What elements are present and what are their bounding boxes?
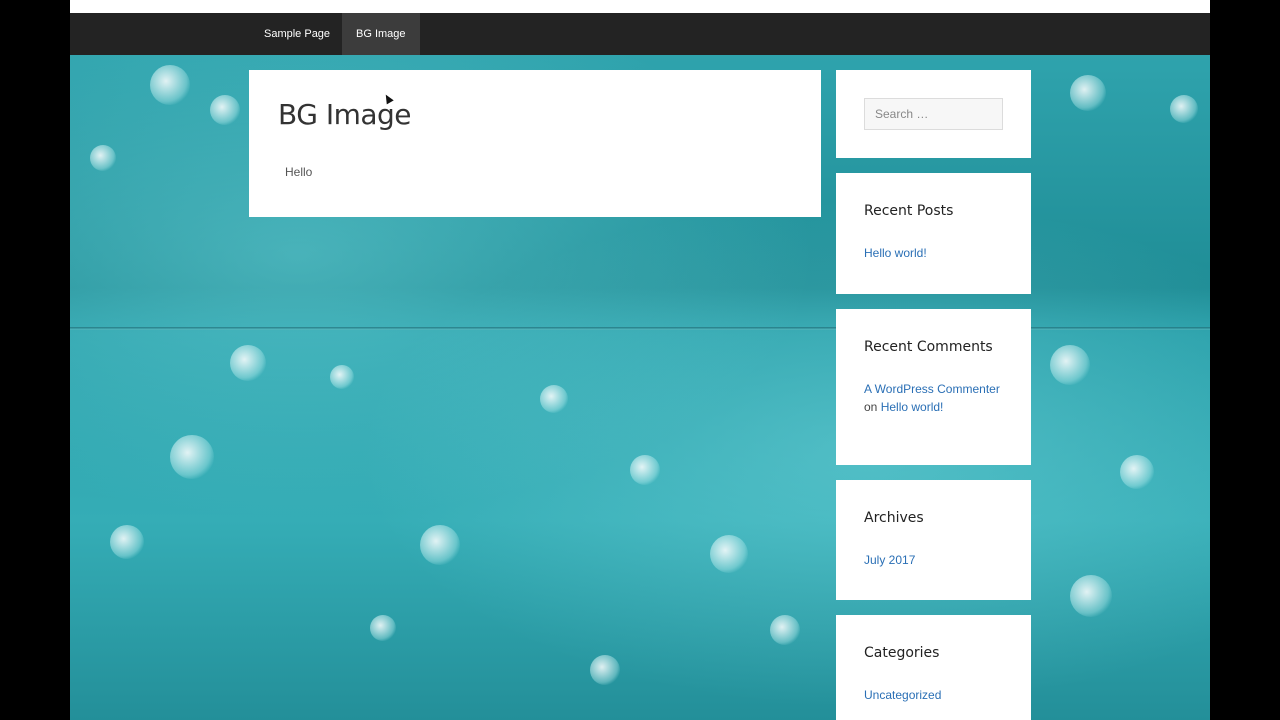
bubble [540,385,568,413]
archives-widget: Archives July 2017 [836,480,1031,600]
recent-comment-entry: A WordPress Commenter on Hello world! [864,380,1014,416]
recent-post-link[interactable]: Hello world! [864,244,927,262]
comment-connector: on [864,400,878,414]
main-navigation: Sample Page BG Image [70,13,1210,55]
archive-link[interactable]: July 2017 [864,551,915,569]
top-bar [70,0,1210,13]
post-title: BG Image [278,98,412,131]
comment-post-link[interactable]: Hello world! [881,400,944,414]
bubble [590,655,620,685]
post-body: Hello [285,165,313,179]
bubble [770,615,800,645]
bubble [1070,75,1106,111]
search-input[interactable]: Search … [864,98,1003,130]
site-frame: Sample Page BG Image BG Image Hello Sear… [70,0,1210,720]
nav-item-sample-page[interactable]: Sample Page [250,13,344,55]
bubble [210,95,240,125]
bubble [110,525,144,559]
category-link[interactable]: Uncategorized [864,686,941,704]
recent-comments-widget: Recent Comments A WordPress Commenter on… [836,309,1031,465]
comment-author-link[interactable]: A WordPress Commenter [864,382,1000,396]
post-card: BG Image Hello [249,70,821,217]
categories-widget: Categories Uncategorized [836,615,1031,720]
bubble [1050,345,1090,385]
bubble [90,145,116,171]
bubble [150,65,190,105]
bubble [1070,575,1112,617]
bubble [370,615,396,641]
recent-posts-title: Recent Posts [864,203,954,219]
background-seam [70,327,1210,330]
bubble [420,525,460,565]
categories-title: Categories [864,645,940,661]
recent-posts-widget: Recent Posts Hello world! [836,173,1031,294]
recent-comments-title: Recent Comments [864,339,993,355]
bubble [1170,95,1198,123]
bubble [230,345,266,381]
bubble [710,535,748,573]
bubble [330,365,354,389]
bubble [170,435,214,479]
bubble [630,455,660,485]
nav-item-bg-image[interactable]: BG Image [342,13,420,55]
archives-title: Archives [864,510,924,526]
search-widget: Search … [836,70,1031,158]
bubble [1120,455,1154,489]
